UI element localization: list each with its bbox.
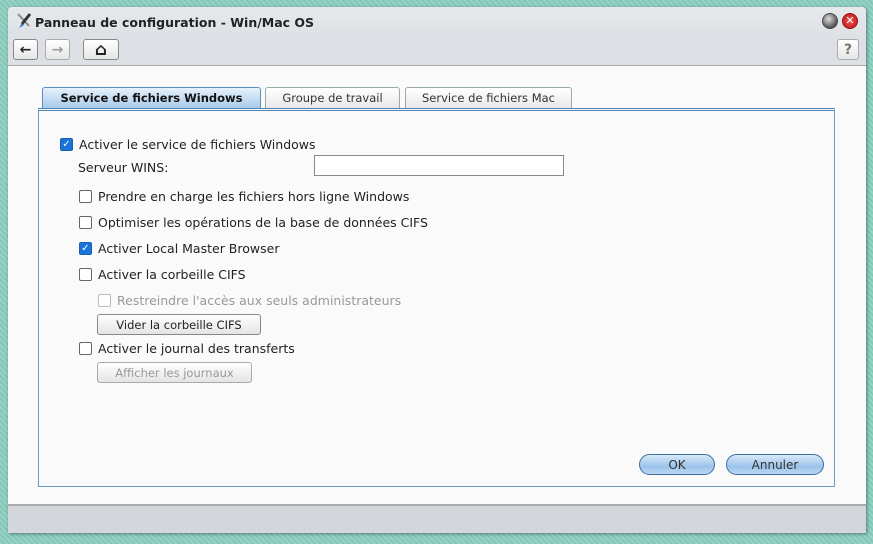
arrow-right-icon: → <box>51 41 64 58</box>
ok-button[interactable]: OK <box>639 454 715 475</box>
window-title: Panneau de configuration - Win/Mac OS <box>35 15 315 30</box>
toolbar: ← → ⌂ ? <box>8 37 866 66</box>
offline-label: Prendre en charge les fichiers hors lign… <box>98 189 410 204</box>
offline-checkbox[interactable] <box>79 190 92 203</box>
minimize-button[interactable] <box>822 13 838 29</box>
wins-server-input[interactable] <box>314 155 564 176</box>
empty-recycle-button[interactable]: Vider la corbeille CIFS <box>97 314 261 335</box>
arrow-left-icon: ← <box>19 41 32 58</box>
master-browser-label: Activer Local Master Browser <box>98 241 280 256</box>
wins-label: Serveur WINS: <box>78 160 169 175</box>
transfer-log-checkbox[interactable] <box>79 342 92 355</box>
status-footer <box>8 506 866 533</box>
enable-windows-checkbox[interactable]: ✓ <box>60 138 73 151</box>
close-button[interactable]: ✕ <box>842 13 858 29</box>
back-button[interactable]: ← <box>13 39 38 60</box>
home-button[interactable]: ⌂ <box>83 39 119 60</box>
settings-panel: ✓ Activer le service de fichiers Windows … <box>38 108 835 487</box>
help-icon: ? <box>843 41 853 58</box>
enable-windows-row[interactable]: ✓ Activer le service de fichiers Windows <box>60 137 316 152</box>
optimize-label: Optimiser les opérations de la base de d… <box>98 215 428 230</box>
restrict-checkbox <box>98 294 111 307</box>
home-icon: ⌂ <box>94 39 108 60</box>
show-logs-button: Afficher les journaux <box>97 362 252 383</box>
optimize-row[interactable]: Optimiser les opérations de la base de d… <box>79 215 428 230</box>
tab-mac-file-service[interactable]: Service de fichiers Mac <box>405 87 572 108</box>
restrict-label: Restreindre l'accès aux seuls administra… <box>117 293 402 308</box>
tools-icon <box>17 13 32 28</box>
tab-windows-file-service[interactable]: Service de fichiers Windows <box>42 87 261 108</box>
recycle-label: Activer la corbeille CIFS <box>98 267 246 282</box>
help-button[interactable]: ? <box>837 39 859 60</box>
control-panel-window: Panneau de configuration - Win/Mac OS ✕ … <box>8 7 866 533</box>
recycle-row[interactable]: Activer la corbeille CIFS <box>79 267 246 282</box>
recycle-checkbox[interactable] <box>79 268 92 281</box>
forward-button[interactable]: → <box>45 39 70 60</box>
content-area: Service de fichiers Windows Groupe de tr… <box>8 66 866 506</box>
master-browser-row[interactable]: ✓ Activer Local Master Browser <box>79 241 279 256</box>
restrict-row: Restreindre l'accès aux seuls administra… <box>98 293 401 308</box>
optimize-checkbox[interactable] <box>79 216 92 229</box>
title-bar: Panneau de configuration - Win/Mac OS ✕ <box>8 7 866 37</box>
transfer-log-label: Activer le journal des transferts <box>98 341 295 356</box>
tab-workgroup[interactable]: Groupe de travail <box>265 87 400 108</box>
offline-row[interactable]: Prendre en charge les fichiers hors lign… <box>79 189 409 204</box>
enable-windows-label: Activer le service de fichiers Windows <box>79 137 316 152</box>
transfer-log-row[interactable]: Activer le journal des transferts <box>79 341 295 356</box>
cancel-button[interactable]: Annuler <box>726 454 824 475</box>
master-browser-checkbox[interactable]: ✓ <box>79 242 92 255</box>
